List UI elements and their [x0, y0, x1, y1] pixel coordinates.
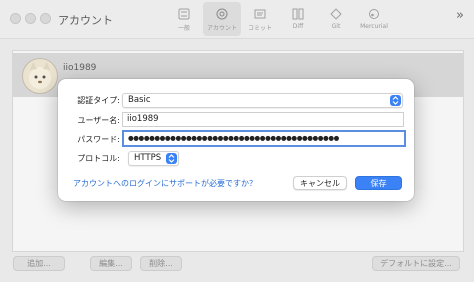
save-button[interactable]: 保存 — [355, 176, 402, 190]
password-label: パスワード: — [77, 135, 120, 144]
preferences-toolbar: 一般 アカウント コミット Diff Git Mercurial — [165, 2, 393, 36]
tab-general[interactable]: 一般 — [165, 2, 203, 36]
window-titlebar: アカウント 一般 アカウント コミット Diff Git Mercurial » — [0, 0, 474, 39]
at-icon — [215, 7, 229, 21]
commit-icon — [253, 7, 267, 21]
auth-type-value: Basic — [128, 95, 151, 105]
diff-icon — [291, 7, 305, 21]
auth-type-select[interactable]: Basic — [122, 93, 403, 108]
updown-chevron-icon — [390, 95, 401, 106]
cancel-button[interactable]: キャンセル — [293, 176, 347, 190]
username-label: ユーザー名: — [77, 116, 120, 125]
tab-accounts-label: アカウント — [206, 25, 237, 32]
login-help-link[interactable]: アカウントへのログインにサポートが必要ですか？ — [73, 178, 257, 189]
close-window-button[interactable] — [10, 13, 21, 24]
tab-general-label: 一般 — [177, 25, 190, 32]
switch-icon — [177, 7, 191, 21]
toolbar-overflow-chevron-icon[interactable]: » — [456, 8, 464, 23]
tab-diff[interactable]: Diff — [279, 2, 317, 36]
tab-commit-label: コミット — [247, 25, 272, 32]
window-title: アカウント — [58, 14, 113, 27]
minimize-window-button[interactable] — [25, 13, 36, 24]
password-field[interactable]: ●●●●●●●●●●●●●●●●●●●●●●●●●●●●●●●●●●●●●●●● — [122, 130, 406, 147]
tab-diff-label: Diff — [292, 23, 304, 30]
git-icon — [329, 7, 343, 21]
protocol-select[interactable]: HTTPS — [128, 151, 179, 166]
tab-mercurial[interactable]: Mercurial — [355, 2, 393, 36]
updown-chevron-icon — [166, 153, 177, 164]
protocol-label: プロトコル: — [77, 154, 120, 163]
auth-type-label: 認証タイプ: — [77, 96, 120, 105]
username-field[interactable]: iio1989 — [122, 112, 404, 127]
tab-git[interactable]: Git — [317, 2, 355, 36]
tab-git-label: Git — [331, 23, 341, 30]
tab-accounts[interactable]: アカウント — [203, 2, 241, 36]
zoom-window-button[interactable] — [40, 13, 51, 24]
mercurial-icon — [367, 7, 381, 21]
tab-commit[interactable]: コミット — [241, 2, 279, 36]
protocol-value: HTTPS — [134, 153, 162, 163]
account-dialog: 認証タイプ: Basic ユーザー名: iio1989 パスワード: ●●●●●… — [58, 79, 414, 201]
tab-mercurial-label: Mercurial — [360, 23, 388, 30]
